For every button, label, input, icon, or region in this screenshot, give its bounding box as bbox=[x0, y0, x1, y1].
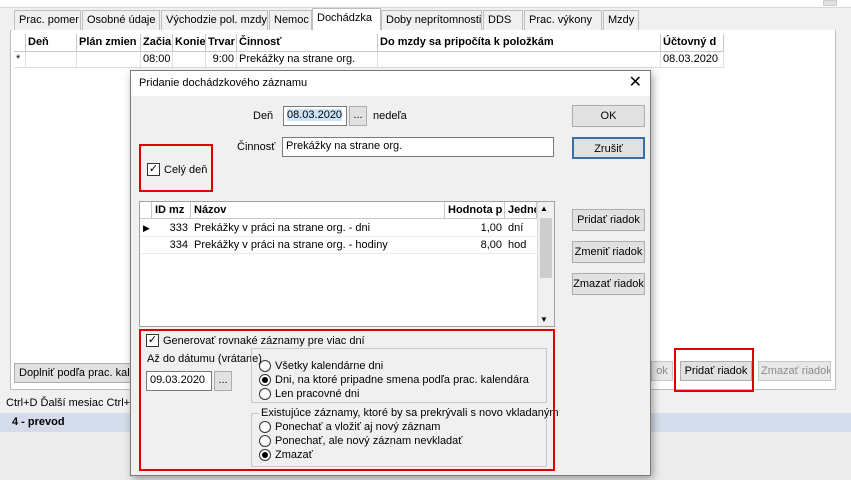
items-header-id[interactable]: ID mz bbox=[152, 202, 191, 219]
grid-header-zaciatok[interactable]: Začia bbox=[141, 34, 173, 52]
scroll-up-icon[interactable]: ▲ bbox=[540, 204, 548, 213]
grid-header-cinnost[interactable]: Činnosť bbox=[237, 34, 378, 52]
scroll-down-icon[interactable]: ▼ bbox=[540, 315, 548, 324]
add-attendance-dialog: Pridanie dochádzkového záznamu ✕ Deň 08.… bbox=[130, 70, 651, 476]
grid-cell-plan-zmien[interactable] bbox=[77, 52, 141, 68]
cinnost-label: Činnosť bbox=[237, 141, 276, 153]
dialog-title: Pridanie dochádzkového záznamu bbox=[139, 77, 308, 89]
grid-cell-trvanie[interactable]: 9:00 bbox=[206, 52, 237, 68]
items-vertical-scrollbar[interactable]: ▲ ▼ bbox=[537, 202, 554, 326]
zrusit-button[interactable]: Zrušiť bbox=[572, 137, 645, 159]
tab-prac-pomer[interactable]: Prac. pomer bbox=[14, 10, 81, 30]
grid-cell-do-mzdy[interactable] bbox=[378, 52, 661, 68]
items-row-jednotka[interactable]: hod bbox=[505, 237, 537, 254]
tab-prac-vykony[interactable]: Prac. výkony bbox=[524, 10, 602, 30]
grid-cell-uctovny-den[interactable]: 08.03.2020 bbox=[661, 52, 724, 68]
grid-cell-koniec[interactable] bbox=[173, 52, 206, 68]
grid-header-koniec[interactable]: Konie bbox=[173, 34, 206, 52]
items-row-nazov[interactable]: Prekážky v práci na strane org. - dni bbox=[191, 220, 445, 237]
tab-mzdy[interactable]: Mzdy bbox=[603, 10, 639, 30]
items-row-marker bbox=[140, 237, 152, 254]
grid-row-marker: * bbox=[14, 52, 26, 68]
items-row-hodnota[interactable]: 1,00 bbox=[445, 220, 505, 237]
scroll-thumb[interactable] bbox=[540, 218, 552, 278]
dialog-titlebar: Pridanie dochádzkového záznamu ✕ bbox=[131, 71, 650, 96]
grid-header-plan-zmien[interactable]: Plán zmien bbox=[77, 34, 141, 52]
tab-bar: Prac. pomer Osobné údaje Východzie pol. … bbox=[0, 8, 851, 31]
grid-header-den[interactable]: Deň bbox=[26, 34, 77, 52]
highlight-pridat-riadok bbox=[674, 348, 754, 392]
grid-cell-zaciatok[interactable]: 08:00 bbox=[141, 52, 173, 68]
dialog-zmazat-riadok-button[interactable]: Zmazať riadok bbox=[572, 273, 645, 295]
dialog-zmenit-riadok-button[interactable]: Zmeniť riadok bbox=[572, 241, 645, 263]
items-table[interactable]: ID mz Názov Hodnota p Jedno ▶ 333 Prekáž… bbox=[139, 201, 555, 327]
grid-cell-den[interactable] bbox=[26, 52, 77, 68]
ok-button[interactable]: OK bbox=[572, 105, 645, 127]
den-label: Deň bbox=[253, 110, 274, 122]
items-header-jednotka[interactable]: Jedno bbox=[505, 202, 537, 219]
close-icon[interactable]: ✕ bbox=[629, 74, 642, 92]
items-header-marker bbox=[140, 202, 152, 219]
items-row-marker: ▶ bbox=[140, 220, 152, 237]
tab-dochadzka[interactable]: Dochádzka bbox=[312, 8, 381, 31]
items-row-id[interactable]: 333 bbox=[152, 220, 191, 237]
items-row-nazov[interactable]: Prekážky v práci na strane org. - hodiny bbox=[191, 237, 445, 254]
items-row-hodnota[interactable]: 8,00 bbox=[445, 237, 505, 254]
items-header-hodnota[interactable]: Hodnota p bbox=[445, 202, 505, 219]
grid-header-trvanie[interactable]: Trvar bbox=[206, 34, 237, 52]
den-value: 08.03.2020 bbox=[287, 109, 343, 121]
cinnost-field[interactable]: Prekážky na strane org. bbox=[282, 137, 554, 157]
doplnit-podla-kalendara-button[interactable]: Doplniť podľa prac. kalendára bbox=[14, 363, 134, 383]
ok-partial-button[interactable]: ok bbox=[651, 361, 673, 381]
tab-doby-nepritomnosti[interactable]: Doby neprítomnosti bbox=[381, 10, 482, 30]
highlight-cely-den bbox=[139, 144, 213, 192]
top-scrollbar[interactable] bbox=[823, 0, 837, 6]
tab-dds[interactable]: DDS bbox=[483, 10, 523, 30]
den-picker-button[interactable]: ... bbox=[349, 106, 367, 126]
tab-vychodzie-pol-mzdy[interactable]: Východzie pol. mzdy bbox=[161, 10, 268, 30]
dialog-pridat-riadok-button[interactable]: Pridať riadok bbox=[572, 209, 645, 231]
tab-nemoc[interactable]: Nemoc bbox=[269, 10, 312, 30]
zmazat-riadok-button[interactable]: Zmazať riadok bbox=[758, 361, 831, 381]
grid-header-marker bbox=[14, 34, 26, 52]
highlight-generate-section bbox=[139, 329, 555, 471]
items-header-nazov[interactable]: Názov bbox=[191, 202, 445, 219]
den-field[interactable]: 08.03.2020 bbox=[283, 106, 347, 126]
grid-header-do-mzdy[interactable]: Do mzdy sa pripočíta k položkám bbox=[378, 34, 661, 52]
tab-osobne-udaje[interactable]: Osobné údaje bbox=[82, 10, 160, 30]
items-row-id[interactable]: 334 bbox=[152, 237, 191, 254]
grid-cell-cinnost[interactable]: Prekážky na strane org. bbox=[237, 52, 378, 68]
items-row-jednotka[interactable]: dní bbox=[505, 220, 537, 237]
weekday-label: nedeľa bbox=[373, 110, 407, 122]
grid-header-uctovny-den[interactable]: Účtovný d bbox=[661, 34, 724, 52]
top-strip bbox=[0, 0, 851, 8]
